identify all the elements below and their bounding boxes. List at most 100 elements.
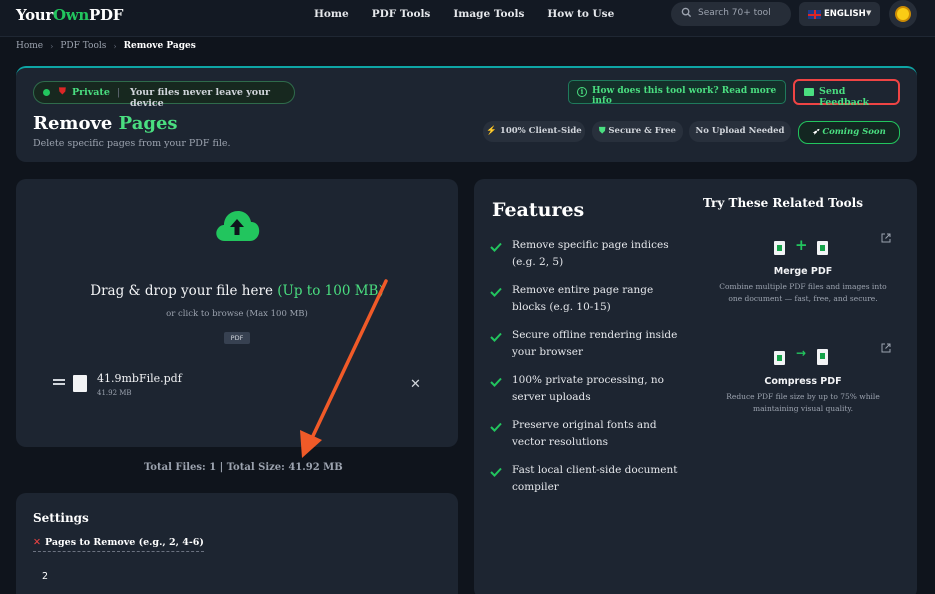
bolt-icon: ⚡ xyxy=(486,126,497,136)
dropzone-limit: (Up to 100 MB) xyxy=(277,283,384,299)
privacy-label: Private xyxy=(72,87,110,98)
drag-handle-icon[interactable] xyxy=(53,379,65,381)
chevron-down-icon: ▼ xyxy=(866,9,872,17)
privacy-separator: | xyxy=(117,87,121,98)
info-icon: i xyxy=(577,87,587,97)
page-title-accent: Pages xyxy=(118,113,178,134)
file-type-badge: PDF xyxy=(224,332,250,344)
feature-text: Preserve original fonts and vector resol… xyxy=(512,419,657,448)
dropzone-label: Drag & drop your file here xyxy=(90,283,278,299)
chevron-right-icon: › xyxy=(113,41,117,51)
settings-card: Settings ✕ Pages to Remove (e.g., 2, 4-6)… xyxy=(16,493,458,594)
checkmark-icon xyxy=(490,377,502,387)
nav-links: Home PDF Tools Image Tools How to Use xyxy=(314,8,637,20)
related-tool-compress-pdf[interactable]: → Compress PDF Reduce PDF file size by u… xyxy=(703,343,903,415)
how-it-works-label: How does this tool work? Read more info xyxy=(592,86,777,106)
file-dropzone[interactable]: Drag & drop your file here (Up to 100 MB… xyxy=(16,179,458,447)
search-input[interactable]: Search 70+ tool xyxy=(671,2,791,26)
features-list: Remove specific page indices (e.g. 2, 5)… xyxy=(490,237,690,507)
feature-item: Remove entire page range blocks (e.g. 10… xyxy=(490,282,690,316)
feature-item: Remove specific page indices (e.g. 2, 5) xyxy=(490,237,690,271)
remove-file-button[interactable]: ✕ xyxy=(410,377,421,392)
logo-part: Your xyxy=(16,6,54,24)
sun-icon xyxy=(897,8,909,20)
theme-toggle-button[interactable] xyxy=(889,0,917,28)
search-placeholder: Search 70+ tool xyxy=(698,8,771,18)
how-it-works-button[interactable]: i How does this tool work? Read more inf… xyxy=(568,80,786,106)
page-title: Remove Pages xyxy=(33,113,178,134)
feature-text: 100% private processing, no server uploa… xyxy=(512,374,664,403)
no-upload-pill: No Upload Needed xyxy=(689,121,791,142)
browse-link[interactable]: or click to browse (Max 100 MB) xyxy=(16,309,458,319)
language-selector[interactable]: ENGLISH ▼ xyxy=(799,2,880,26)
nav-link-pdf-tools[interactable]: PDF Tools xyxy=(372,8,431,20)
logo[interactable]: YourOwnPDF xyxy=(16,6,123,24)
pill-label: No Upload Needed xyxy=(695,126,785,136)
tool-description: Combine multiple PDF files and images in… xyxy=(719,282,887,303)
pages-to-remove-input[interactable]: 2 xyxy=(42,571,48,582)
totals-summary: Total Files: 1 | Total Size: 41.92 MB xyxy=(144,462,343,473)
logo-part-accent: Own xyxy=(53,6,90,24)
tool-header-card: ⛊ Private | Your files never leave your … xyxy=(16,66,917,162)
secure-free-pill: ⛊ Secure & Free xyxy=(592,121,683,142)
nav-link-image-tools[interactable]: Image Tools xyxy=(453,8,524,20)
language-label: ENGLISH xyxy=(824,9,866,19)
pill-label: Secure & Free xyxy=(608,126,676,136)
privacy-badge: ⛊ Private | Your files never leave your … xyxy=(33,81,295,109)
feature-text: Remove specific page indices (e.g. 2, 5) xyxy=(512,239,669,268)
client-side-pill: ⚡ 100% Client-Side xyxy=(483,121,585,142)
compress-pdf-icon: → xyxy=(703,343,903,367)
tool-description: Reduce PDF file size by up to 75% while … xyxy=(726,392,880,413)
checkmark-icon xyxy=(490,422,502,432)
tool-name: Merge PDF xyxy=(773,266,833,277)
logo-part: PDF xyxy=(89,6,124,24)
pill-label: 100% Client-Side xyxy=(499,126,582,136)
tool-name: Compress PDF xyxy=(764,376,842,387)
pages-to-remove-label: ✕ Pages to Remove (e.g., 2, 4-6) xyxy=(33,537,204,552)
checkmark-icon xyxy=(490,242,502,252)
rocket-icon: ➶ xyxy=(812,127,820,137)
features-title: Features xyxy=(492,199,585,221)
shield-icon: ⛊ xyxy=(599,126,606,136)
feature-item: 100% private processing, no server uploa… xyxy=(490,372,690,406)
send-feedback-button[interactable]: Send Feedback xyxy=(793,79,900,108)
checkmark-icon xyxy=(490,467,502,477)
checkmark-icon xyxy=(490,332,502,342)
related-tool-merge-pdf[interactable]: + Merge PDF Combine multiple PDF files a… xyxy=(703,233,903,305)
breadcrumb-pdf-tools[interactable]: PDF Tools xyxy=(60,41,106,51)
merge-pdf-icon: + xyxy=(703,233,903,257)
features-card: Features Remove specific page indices (e… xyxy=(474,179,917,594)
feature-text: Remove entire page range blocks (e.g. 10… xyxy=(512,284,654,313)
cloud-upload-icon xyxy=(216,211,260,241)
breadcrumb: Home › PDF Tools › Remove Pages xyxy=(16,41,196,51)
feature-item: Secure offline rendering inside your bro… xyxy=(490,327,690,361)
file-size: 41.92 MB xyxy=(97,389,132,397)
chevron-right-icon: › xyxy=(50,41,54,51)
file-name: 41.9mbFile.pdf xyxy=(97,372,182,385)
breadcrumb-home[interactable]: Home xyxy=(16,41,43,51)
feature-item: Fast local client-side document compiler xyxy=(490,462,690,496)
nav-link-home[interactable]: Home xyxy=(314,8,349,20)
uk-flag-icon xyxy=(808,10,821,19)
dropzone-text: Drag & drop your file here (Up to 100 MB… xyxy=(16,283,458,299)
checkmark-icon xyxy=(490,287,502,297)
feature-text: Secure offline rendering inside your bro… xyxy=(512,329,678,358)
close-icon: ✕ xyxy=(33,537,41,548)
send-feedback-label: Send Feedback xyxy=(819,86,870,108)
feature-item: Preserve original fonts and vector resol… xyxy=(490,417,690,451)
shield-icon: ⛊ xyxy=(59,87,66,97)
settings-title: Settings xyxy=(33,511,89,525)
coming-soon-pill[interactable]: ➶ Coming Soon xyxy=(798,121,900,144)
pill-label: Coming Soon xyxy=(822,127,886,137)
search-icon xyxy=(681,7,692,18)
feature-text: Fast local client-side document compiler xyxy=(512,464,678,493)
related-tools-title: Try These Related Tools xyxy=(703,196,863,210)
page-subtitle: Delete specific pages from your PDF file… xyxy=(33,138,231,149)
chat-bubble-icon xyxy=(804,88,814,96)
nav-link-how-to-use[interactable]: How to Use xyxy=(547,8,614,20)
breadcrumb-current: Remove Pages xyxy=(123,41,196,51)
top-navbar: YourOwnPDF Home PDF Tools Image Tools Ho… xyxy=(0,0,935,37)
pages-to-remove-text: Pages to Remove (e.g., 2, 4-6) xyxy=(44,537,204,548)
page-title-part: Remove xyxy=(33,113,119,134)
status-dot xyxy=(43,89,50,96)
